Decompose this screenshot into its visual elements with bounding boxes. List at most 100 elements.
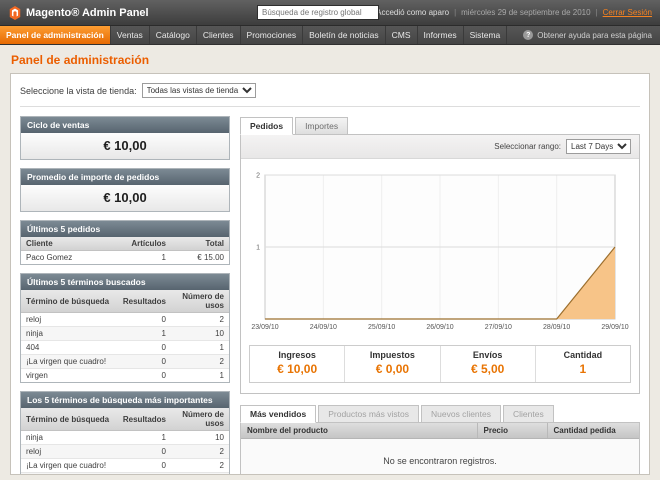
panel-title: Últimos 5 términos buscados	[21, 274, 229, 290]
lifetime-sales-value: € 10,00	[21, 133, 229, 159]
brand: Magento® Admin Panel	[8, 6, 149, 20]
panel-title: Últimos 5 pedidos	[21, 221, 229, 237]
table-row[interactable]: ninja110	[21, 431, 229, 445]
tab-pedidos[interactable]: Pedidos	[240, 117, 293, 135]
table-row[interactable]: Paco Gomez1€ 15.00	[21, 251, 229, 265]
table-cell: reloj	[21, 445, 118, 459]
nav-item-sistema[interactable]: Sistema	[464, 26, 508, 44]
store-view-label: Seleccione la vista de tienda:	[20, 86, 137, 96]
table-cell: 10	[171, 431, 229, 445]
main-nav: Panel de administraciónVentasCatálogoCli…	[0, 26, 660, 45]
tab-clientes[interactable]: Clientes	[503, 405, 554, 423]
average-orders-value: € 10,00	[21, 185, 229, 211]
nav-item-ventas[interactable]: Ventas	[111, 26, 150, 44]
svg-text:25/09/10: 25/09/10	[368, 324, 395, 331]
table-cell: 1	[171, 369, 229, 383]
table-cell: 10	[171, 327, 229, 341]
tab-nuevos-clientes[interactable]: Nuevos clientes	[421, 405, 501, 423]
tab-importes[interactable]: Importes	[295, 117, 348, 135]
table-cell: ninja	[21, 431, 118, 445]
range-select[interactable]: Last 7 Days	[566, 139, 631, 154]
average-orders-panel: Promedio de importe de pedidos € 10,00	[20, 168, 230, 212]
table-cell: 2	[171, 313, 229, 327]
table-row[interactable]: ¡La virgen que cuadro!02	[21, 459, 229, 473]
svg-text:26/09/10: 26/09/10	[426, 324, 453, 331]
column-header: Resultados	[118, 408, 171, 431]
table-row[interactable]: virgen01	[21, 369, 229, 383]
svg-text:2: 2	[256, 173, 260, 180]
tab-productos-m-s-vistos[interactable]: Productos más vistos	[318, 405, 419, 423]
total-cantidad: Cantidad1	[535, 346, 630, 382]
table-cell: 0	[118, 473, 171, 476]
nav-item-promociones[interactable]: Promociones	[241, 26, 304, 44]
nav-item-bolet-n-de-noticias[interactable]: Boletín de noticias	[303, 26, 385, 44]
nav-item-cat-logo[interactable]: Catálogo	[150, 26, 197, 44]
total-ingresos: Ingresos € 10,00	[250, 346, 344, 382]
table-row[interactable]: reloj02	[21, 313, 229, 327]
logout-link[interactable]: Cerrar Sesión	[603, 8, 652, 17]
last-search-table: Término de búsquedaResultadosNúmero de u…	[21, 290, 229, 382]
table-cell: 1	[118, 431, 171, 445]
table-row[interactable]: ninja110	[21, 327, 229, 341]
page-help-link[interactable]: ? Obtener ayuda para esta página	[523, 26, 660, 44]
products-table: Nombre del productoPrecioCantidad pedida	[241, 423, 639, 439]
total-label: Cantidad	[536, 350, 630, 360]
table-cell: ninja	[21, 327, 118, 341]
total-label: Envíos	[441, 350, 535, 360]
dashboard-tabs: PedidosImportes	[240, 117, 640, 135]
empty-message: No se encontraron registros.	[241, 439, 639, 475]
right-column: PedidosImportes Seleccionar rango: Last …	[240, 116, 640, 475]
column-header: Nombre del producto	[241, 423, 477, 439]
totals-row: Ingresos€ 10,00Impuestos€ 0,00Envíos€ 5,…	[249, 345, 631, 383]
nav-item-informes[interactable]: Informes	[418, 26, 464, 44]
nav-item-clientes[interactable]: Clientes	[197, 26, 241, 44]
panel-title: Promedio de importe de pedidos	[21, 169, 229, 185]
column-header: Precio	[477, 423, 547, 439]
store-view-select[interactable]: Todas las vistas de tienda	[142, 83, 256, 98]
total-value: € 5,00	[441, 362, 535, 376]
svg-text:28/09/10: 28/09/10	[543, 324, 570, 331]
chart-area: 1223/09/1024/09/1025/09/1026/09/1027/09/…	[241, 159, 639, 339]
table-cell: 0	[118, 459, 171, 473]
total-value: € 10,00	[250, 362, 344, 376]
column-header: Término de búsqueda	[21, 408, 118, 431]
table-cell: Paco Gomez	[21, 251, 126, 265]
table-cell: 2	[171, 355, 229, 369]
tab-m-s-vendidos[interactable]: Más vendidos	[240, 405, 316, 423]
table-row[interactable]: 40401	[21, 341, 229, 355]
products-box: Nombre del productoPrecioCantidad pedida…	[240, 422, 640, 475]
table-row[interactable]: 40401	[21, 473, 229, 476]
total-label: Ingresos	[250, 350, 344, 360]
lifetime-sales-panel: Ciclo de ventas € 10,00	[20, 116, 230, 160]
column-header: Artículos	[126, 237, 171, 251]
nav-item-cms[interactable]: CMS	[386, 26, 418, 44]
svg-text:23/09/10: 23/09/10	[251, 324, 278, 331]
dashboard-columns: Ciclo de ventas € 10,00 Promedio de impo…	[20, 116, 640, 475]
nav-item-panel-de-administraci-n[interactable]: Panel de administración	[0, 26, 111, 44]
panel-title: Ciclo de ventas	[21, 117, 229, 133]
table-cell: virgen	[21, 369, 118, 383]
table-cell: 2	[171, 459, 229, 473]
brand-title: Magento® Admin Panel	[26, 7, 149, 19]
total-value: € 0,00	[345, 362, 439, 376]
table-cell: 404	[21, 341, 118, 355]
table-cell: 0	[118, 355, 171, 369]
column-header: Número de usos	[171, 408, 229, 431]
top-search-table: Término de búsquedaResultadosNúmero de u…	[21, 408, 229, 475]
column-header: Término de búsqueda	[21, 290, 118, 313]
last-search-terms-panel: Últimos 5 términos buscados Término de b…	[20, 273, 230, 383]
header-date: miércoles 29 de septiembre de 2010	[461, 8, 590, 17]
separator: |	[596, 8, 598, 17]
table-cell: 0	[118, 369, 171, 383]
table-cell: ¡La virgen que cuadro!	[21, 459, 118, 473]
magento-admin-screen: Magento® Admin Panel Accedió como aparo …	[0, 0, 660, 480]
range-selector-row: Seleccionar rango: Last 7 Days	[241, 135, 639, 159]
column-header: Resultados	[118, 290, 171, 313]
left-column: Ciclo de ventas € 10,00 Promedio de impo…	[20, 116, 230, 475]
table-row[interactable]: ¡La virgen que cuadro!02	[21, 355, 229, 369]
products-tabs: Más vendidosProductos más vistosNuevos c…	[240, 405, 640, 423]
table-row[interactable]: reloj02	[21, 445, 229, 459]
header-bar: Magento® Admin Panel Accedió como aparo …	[0, 0, 660, 26]
global-search-input[interactable]	[257, 5, 379, 20]
magento-logo-icon	[8, 6, 22, 20]
